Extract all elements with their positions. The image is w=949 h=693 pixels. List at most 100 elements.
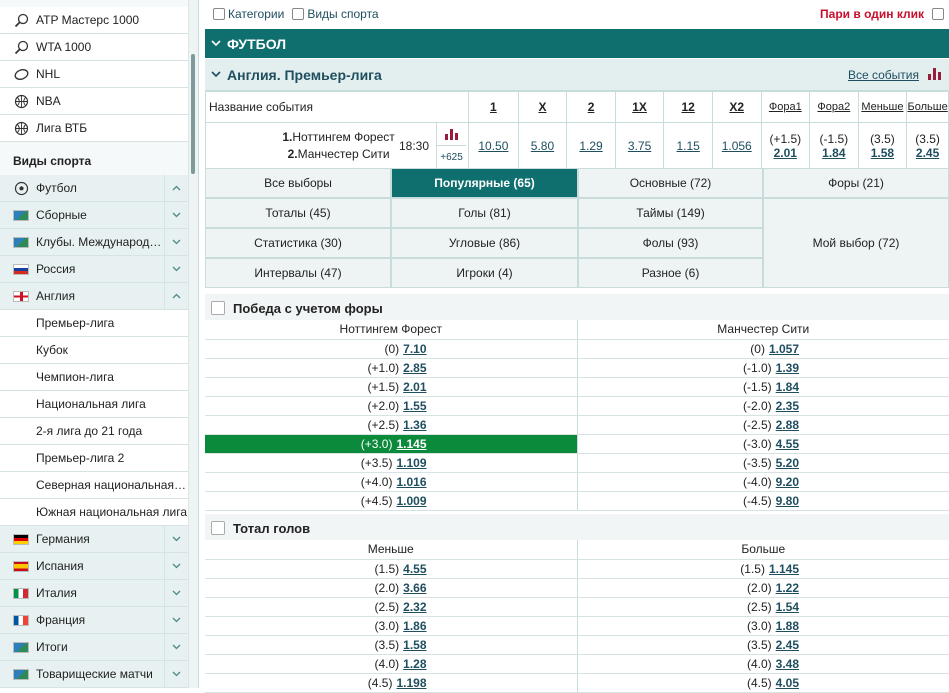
odd-value[interactable]: 1.109 [396,456,426,470]
one-click-checkbox[interactable] [932,8,944,20]
odd-1x[interactable]: 3.75 [628,139,651,153]
market-cell-right[interactable]: (-2.0) 2.35 [577,396,949,416]
market-cell-right[interactable]: (0) 1.057 [577,339,949,359]
odd-value[interactable]: 1.145 [396,437,426,451]
chevron-down-icon[interactable] [205,40,227,47]
odd-value[interactable]: 9.20 [776,475,799,489]
odd-value[interactable]: 2.88 [776,418,799,432]
sidebar-item-top[interactable]: NHL [0,61,188,88]
chevron-down-icon[interactable] [164,202,188,228]
sidebar-item-league[interactable]: Чемпион-лига [0,364,188,391]
odd-value[interactable]: 1.54 [776,600,799,614]
chevron-down-icon[interactable] [164,229,188,255]
sidebar-item-league[interactable]: 2-я лига до 21 года [0,418,188,445]
market-cell-left[interactable]: (2.5) 2.32 [205,597,578,617]
market-cell-right[interactable]: (1.5) 1.145 [577,559,949,579]
market-cell-left[interactable]: (+2.0) 1.55 [205,396,578,416]
sidebar-item-league[interactable]: Премьер-лига [0,310,188,337]
handicap2-odd[interactable]: 1.84 [822,146,845,160]
odd-x2[interactable]: 1.056 [722,139,752,153]
sidebar-item-top[interactable]: NBA [0,88,188,115]
market-cell-left[interactable]: (+2.5) 1.36 [205,415,578,435]
chevron-down-icon[interactable] [164,607,188,633]
odd-value[interactable]: 1.86 [403,619,426,633]
market-cell-left[interactable]: (0) 7.10 [205,339,578,359]
odd-value[interactable]: 1.22 [776,581,799,595]
sidebar-item-league[interactable]: Национальная лига [0,391,188,418]
filter-popular[interactable]: Популярные (65) [391,168,578,198]
handicap1-odd[interactable]: 2.01 [774,146,797,160]
odd-value[interactable]: 1.057 [769,342,799,356]
market-cell-right[interactable]: (-1.5) 1.84 [577,377,949,397]
sidebar-item-country[interactable]: Италия [0,580,188,607]
event-teams[interactable]: 1.Ноттингем Форест 2.Манчестер Сити 18:3… [204,122,470,169]
chevron-down-icon[interactable] [164,256,188,282]
market-cell-left[interactable]: (2.0) 3.66 [205,578,578,598]
one-click-toggle[interactable]: Пари в один клик [820,7,944,21]
sidebar-item-sport[interactable]: Россия [0,256,188,283]
sidebar-item-sport[interactable]: Сборные [0,202,188,229]
categories-link[interactable]: Категории [228,7,284,21]
league-header[interactable]: Англия. Премьер-лига Все события [205,59,949,91]
sidebar-item-sport[interactable]: Клубы. Международные [0,229,188,256]
market-cell-left[interactable]: (+1.0) 2.85 [205,358,578,378]
stats-icon[interactable] [928,68,941,80]
sidebar-item-country[interactable]: Испания [0,553,188,580]
odd-value[interactable]: 3.48 [776,657,799,671]
market-cell-left[interactable]: (3.0) 1.86 [205,616,578,636]
odd-value[interactable]: 5.20 [776,456,799,470]
odd-value[interactable]: 9.80 [776,494,799,508]
sidebar-item-sport[interactable]: Футбол [0,175,188,202]
filter-fouls[interactable]: Фолы (93) [578,228,763,258]
market-cell-left[interactable]: (1.5) 4.55 [205,559,578,579]
market-cell-left[interactable]: (+1.5) 2.01 [205,377,578,397]
filter-halves[interactable]: Таймы (149) [578,198,763,228]
sidebar-item-country[interactable]: Франция [0,607,188,634]
market-cell-left[interactable]: (+4.5) 1.009 [205,491,578,511]
sidebar-item-league[interactable]: Кубок [0,337,188,364]
filter-totals[interactable]: Тоталы (45) [205,198,391,228]
odd-value[interactable]: 1.016 [396,475,426,489]
market-cell-right[interactable]: (4.0) 3.48 [577,654,949,674]
market-cell-left[interactable]: (+3.5) 1.109 [205,453,578,473]
total-market-header[interactable]: Тотал голов [205,514,949,543]
filter-goals[interactable]: Голы (81) [391,198,578,228]
under-odd[interactable]: 1.58 [871,146,894,160]
sidebar-scrollbar-thumb[interactable] [191,54,195,174]
sidebar-item-country[interactable]: Товарищеские матчи [0,661,188,688]
over-odd[interactable]: 2.45 [916,146,939,160]
more-markets-button[interactable]: +625 [436,145,466,168]
market-cell-right[interactable]: (2.0) 1.22 [577,578,949,598]
market-cell-right[interactable]: (3.5) 2.45 [577,635,949,655]
filter-my-choice[interactable]: Мой выбор (72) [763,198,949,288]
odd-value[interactable]: 1.36 [403,418,426,432]
odd-value[interactable]: 2.45 [776,638,799,652]
odd-value[interactable]: 1.55 [403,399,426,413]
market-cell-left[interactable]: (3.5) 1.58 [205,635,578,655]
handicap-market-header[interactable]: Победа с учетом форы [205,294,949,323]
chevron-down-icon[interactable] [164,580,188,606]
market-cell-right[interactable]: (-4.0) 9.20 [577,472,949,492]
filter-intervals[interactable]: Интервалы (47) [205,258,391,288]
market-cell-right[interactable]: (-3.5) 5.20 [577,453,949,473]
market-cell-right[interactable]: (3.0) 1.88 [577,616,949,636]
odd-x[interactable]: 5.80 [531,139,554,153]
sidebar-item-country[interactable]: Германия [0,526,188,553]
filter-statistics[interactable]: Статистика (30) [205,228,391,258]
odd-value[interactable]: 3.66 [403,581,426,595]
odd-2[interactable]: 1.29 [579,139,602,153]
odd-value[interactable]: 1.39 [776,361,799,375]
sports-link[interactable]: Виды спорта [307,7,378,21]
odd-value[interactable]: 1.28 [403,657,426,671]
filter-all[interactable]: Все выборы [205,168,391,198]
market-cell-right[interactable]: (-1.0) 1.39 [577,358,949,378]
handicap-market-checkbox[interactable] [211,301,225,315]
sidebar-item-sport[interactable]: Англия [0,283,188,310]
odd-12[interactable]: 1.15 [676,139,699,153]
total-market-checkbox[interactable] [211,521,225,535]
sidebar-item-league[interactable]: Южная национальная лига [0,499,188,526]
all-events-link[interactable]: Все события [848,68,919,82]
market-cell-right[interactable]: (-3.0) 4.55 [577,434,949,454]
chevron-down-icon[interactable] [164,553,188,579]
filter-other[interactable]: Разное (6) [578,258,763,288]
